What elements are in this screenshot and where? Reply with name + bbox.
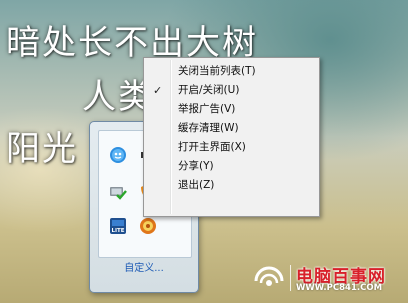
menu-item-share[interactable]: 分享(Y) bbox=[144, 157, 319, 176]
menu-item-label: 缓存清理(W) bbox=[178, 122, 239, 134]
qq-penguin-icon[interactable] bbox=[109, 146, 127, 164]
wallpaper-text-line-1: 暗处长不出大树 bbox=[6, 23, 258, 63]
menu-item-label: 举报广告(V) bbox=[178, 103, 236, 115]
wallpaper-text-line-3: 阳光 bbox=[6, 129, 78, 169]
watermark-logo-icon bbox=[254, 266, 284, 286]
menu-item-label: 分享(Y) bbox=[178, 160, 214, 172]
site-watermark: 电脑百事网 WWW.PC841.COM bbox=[252, 261, 402, 295]
menu-item-label: 关闭当前列表(T) bbox=[178, 65, 256, 77]
menu-item-exit[interactable]: 退出(Z) bbox=[144, 176, 319, 195]
menu-item-open-main[interactable]: 打开主界面(X) bbox=[144, 138, 319, 157]
tray-context-menu: 关闭当前列表(T) ✓ 开启/关闭(U) 举报广告(V) 缓存清理(W) 打开主… bbox=[143, 57, 320, 217]
menu-item-report-ad[interactable]: 举报广告(V) bbox=[144, 100, 319, 119]
lite-app-icon[interactable]: LITE bbox=[109, 217, 127, 235]
watermark-divider bbox=[290, 265, 291, 291]
menu-item-label: 退出(Z) bbox=[178, 179, 215, 191]
menu-item-label: 开启/关闭(U) bbox=[178, 84, 240, 96]
menu-item-toggle[interactable]: ✓ 开启/关闭(U) bbox=[144, 81, 319, 100]
menu-item-label: 打开主界面(X) bbox=[178, 141, 246, 153]
network-check-icon[interactable] bbox=[109, 183, 127, 201]
watermark-url: WWW.PC841.COM bbox=[296, 283, 383, 293]
menu-item-clear-cache[interactable]: 缓存清理(W) bbox=[144, 119, 319, 138]
check-icon: ✓ bbox=[153, 84, 163, 97]
customize-link[interactable]: 自定义... bbox=[90, 259, 198, 274]
orange-app-icon[interactable] bbox=[139, 217, 157, 235]
svg-text:LITE: LITE bbox=[111, 228, 124, 234]
menu-item-close-list[interactable]: 关闭当前列表(T) bbox=[144, 62, 319, 81]
